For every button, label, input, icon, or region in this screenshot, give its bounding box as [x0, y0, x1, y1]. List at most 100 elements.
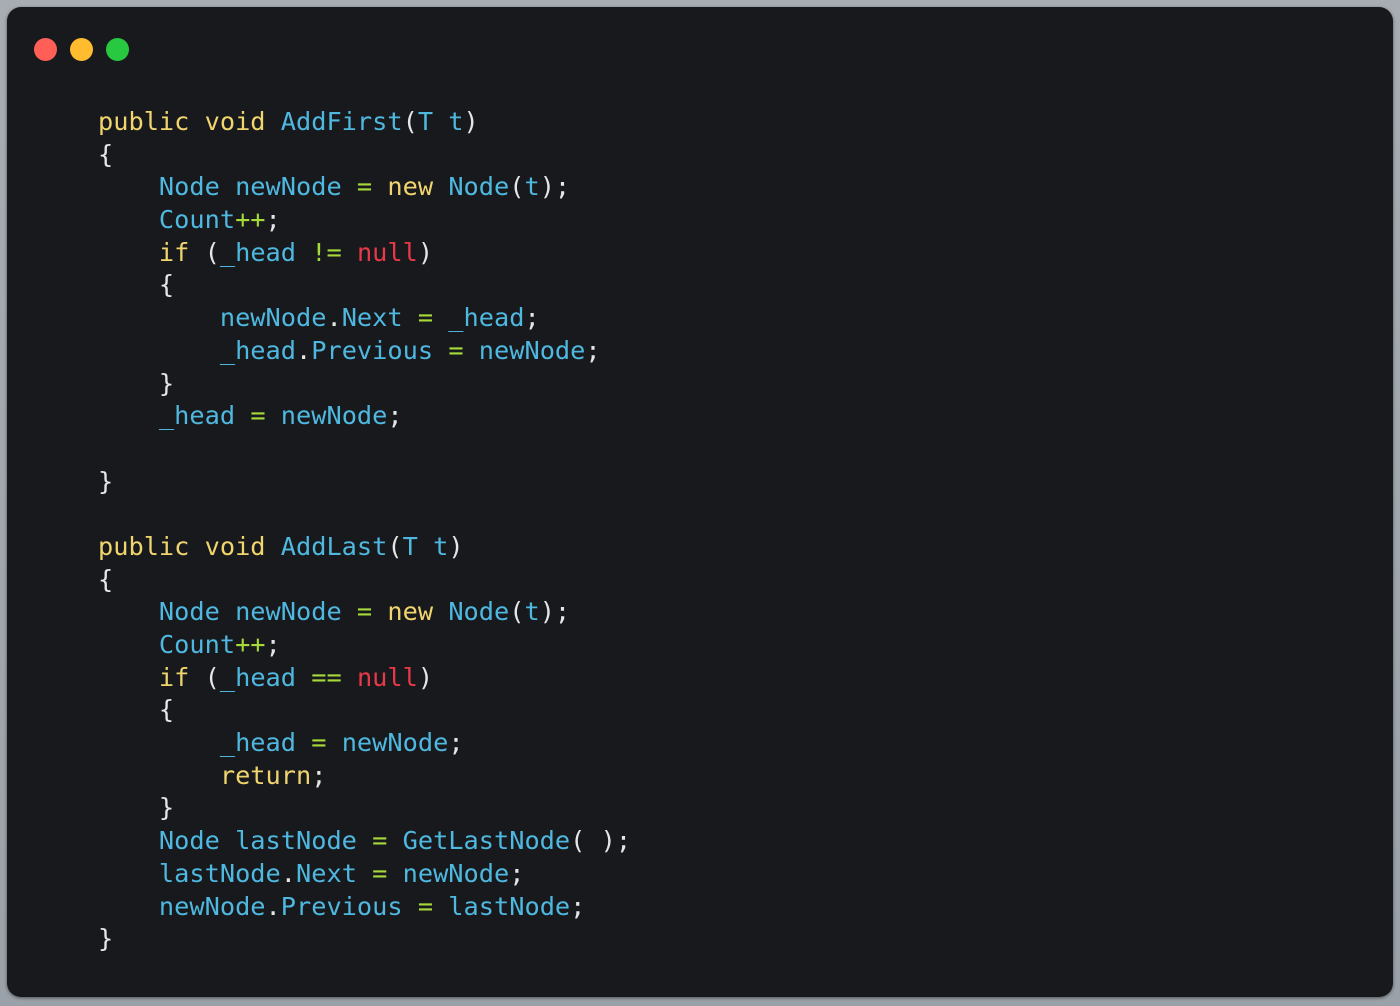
code-token: lastNode [433, 891, 571, 921]
code-token: = [250, 401, 266, 431]
code-token: { [98, 139, 114, 169]
code-token: newNode [326, 728, 449, 758]
code-token: Count [98, 630, 236, 659]
close-button[interactable] [34, 38, 57, 61]
code-token: AddFirst [280, 107, 403, 136]
code-token: = [448, 335, 464, 365]
code-token: lastNode [98, 858, 281, 888]
code-line: } [98, 792, 631, 825]
code-token: = [372, 858, 388, 888]
code-token: ; [570, 891, 586, 921]
code-line: if (_head != null) [98, 237, 631, 270]
code-line: } [98, 368, 631, 401]
code-token: == [311, 662, 342, 692]
code-token: . [296, 335, 312, 365]
code-token: ; [524, 303, 540, 333]
code-line: lastNode.Next = newNode; [98, 858, 631, 891]
code-token: _head [98, 335, 296, 365]
code-token: ) [463, 107, 479, 136]
code-token: Previous [311, 335, 449, 365]
code-token: null [341, 662, 418, 692]
code-line: public void AddFirst(T t) [98, 106, 631, 139]
code-token: = [417, 891, 434, 921]
code-token: ; [265, 630, 281, 659]
code-line: { [98, 139, 631, 172]
code-line: } [98, 923, 631, 956]
code-token: Node newNode [98, 172, 357, 202]
code-token: } [98, 368, 175, 398]
code-line: newNode.Previous = lastNode; [98, 891, 631, 924]
code-token: } [98, 924, 114, 954]
code-token: Node [448, 172, 510, 202]
code-token: GetLastNode [387, 826, 571, 856]
code-line: Node newNode = new Node(t); [98, 596, 631, 629]
code-token: ( [509, 597, 525, 627]
code-token: ++ [235, 205, 266, 235]
code-token: ; [509, 858, 525, 888]
code-token: Next [341, 303, 418, 333]
code-line: { [98, 694, 631, 727]
code-token: ( [509, 172, 525, 202]
code-token: newNode [98, 303, 327, 333]
code-token: _head [219, 662, 312, 692]
code-token: newNode [463, 335, 586, 365]
code-line: } [98, 466, 631, 499]
code-token: t [524, 172, 540, 202]
code-line: if (_head == null) [98, 662, 631, 695]
code-token: return [98, 760, 312, 790]
code-token: T t [417, 107, 464, 136]
code-token: ; [311, 760, 327, 790]
code-token: = [356, 597, 373, 627]
code-token: Previous [280, 891, 418, 921]
code-token: ( [204, 237, 220, 267]
code-token: Next [296, 858, 373, 888]
code-token: ); [539, 597, 571, 627]
code-token: = [356, 172, 373, 202]
code-token: Node newNode [98, 597, 357, 627]
code-line: public void AddLast(T t) [98, 531, 631, 564]
code-line: { [98, 564, 631, 597]
code-token: Node lastNode [98, 826, 373, 856]
code-window: public void AddFirst(T t){ Node newNode … [7, 7, 1393, 997]
code-line: _head.Previous = newNode; [98, 335, 631, 368]
code-token: public void [98, 531, 281, 561]
code-token: ) [417, 662, 434, 692]
maximize-button[interactable] [106, 38, 129, 61]
code-token: newNode [387, 858, 510, 888]
code-line: Count++; [98, 629, 631, 662]
code-token: if [98, 662, 205, 692]
code-token: . [280, 858, 296, 888]
code-token: != [311, 237, 342, 267]
code-token: . [265, 891, 281, 921]
code-token: = [372, 826, 388, 856]
code-token: public void [98, 107, 281, 136]
code-token: if [98, 237, 205, 267]
code-token: ) [417, 237, 434, 267]
code-line: Node newNode = new Node(t); [98, 171, 631, 204]
code-line: _head = newNode; [98, 400, 631, 433]
code-token: = [417, 303, 434, 333]
code-token: ( [402, 107, 418, 136]
code-token: ); [539, 172, 571, 202]
code-token: _head [433, 303, 525, 333]
code-line: { [98, 269, 631, 302]
code-token: Count [98, 205, 236, 235]
code-token: new [372, 172, 449, 202]
code-token: ( [387, 531, 403, 561]
code-token: ; [585, 335, 601, 365]
code-token: null [341, 237, 418, 267]
minimize-button[interactable] [70, 38, 93, 61]
code-token: { [98, 564, 114, 594]
code-token: = [311, 728, 327, 758]
code-token: { [98, 695, 175, 725]
code-line: Node lastNode = GetLastNode( ); [98, 825, 631, 858]
code-token: } [98, 793, 175, 823]
code-token: AddLast [280, 531, 388, 561]
code-token: . [326, 303, 342, 333]
code-token: new [372, 597, 449, 627]
code-token: ( ); [570, 826, 632, 856]
code-token: ; [448, 728, 464, 758]
code-token: _head [98, 401, 251, 431]
